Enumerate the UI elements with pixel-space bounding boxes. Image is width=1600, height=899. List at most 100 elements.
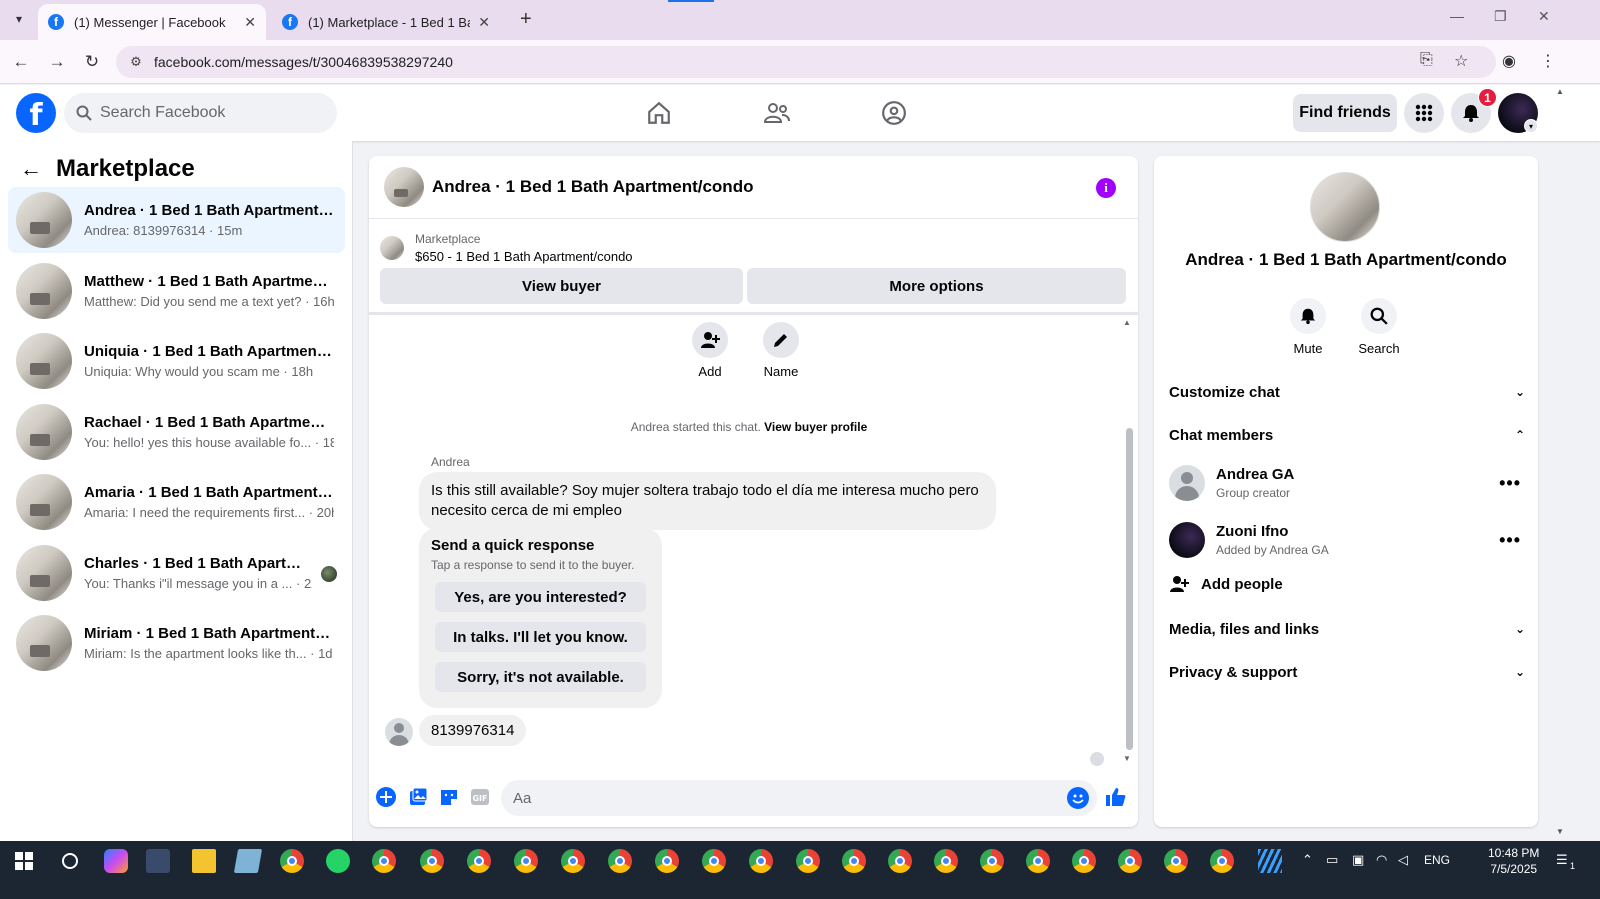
emoji-icon[interactable] xyxy=(1067,787,1089,809)
photo-icon[interactable] xyxy=(407,786,429,808)
view-buyer-profile-link[interactable]: View buyer profile xyxy=(764,420,867,434)
gif-icon[interactable]: GIF xyxy=(469,786,491,808)
scroll-up-icon[interactable]: ▲ xyxy=(1123,318,1131,327)
app-icon[interactable] xyxy=(233,849,263,873)
search-action[interactable]: Search xyxy=(1344,298,1414,356)
device-icon[interactable]: ▣ xyxy=(1352,852,1364,868)
restore-icon[interactable]: ❐ xyxy=(1494,8,1507,25)
back-icon[interactable]: ← xyxy=(10,51,32,73)
conversation-item[interactable]: Charles · 1 Bed 1 Bath Apartment/condo Y… xyxy=(8,540,345,606)
conversation-item[interactable]: Matthew · 1 Bed 1 Bath Apartment/condo M… xyxy=(8,258,345,324)
menu-grid-icon[interactable] xyxy=(1404,93,1444,133)
language-indicator[interactable]: ENG xyxy=(1424,853,1450,867)
whatsapp-icon[interactable] xyxy=(326,849,350,873)
scroll-down-icon[interactable]: ▼ xyxy=(1556,827,1564,836)
view-buyer-button[interactable]: View buyer xyxy=(380,268,743,304)
chrome-profile-icon[interactable] xyxy=(514,849,538,873)
listing-summary[interactable]: Marketplace $650 - 1 Bed 1 Bath Apartmen… xyxy=(380,230,633,266)
close-tab-icon[interactable]: ✕ xyxy=(244,14,256,31)
privacy-support-section[interactable]: Privacy & support ⌄ xyxy=(1169,657,1525,687)
conversation-item[interactable]: Andrea · 1 Bed 1 Bath Apartment/condo An… xyxy=(8,187,345,253)
add-people-button[interactable]: Add people xyxy=(1169,574,1283,594)
app-icon[interactable] xyxy=(1258,849,1282,873)
message-input-wrapper[interactable] xyxy=(501,780,1097,816)
volume-icon[interactable]: ◁ xyxy=(1398,852,1408,868)
bookmark-star-icon[interactable]: ☆ xyxy=(1454,51,1468,71)
forward-icon[interactable]: → xyxy=(46,51,68,73)
close-window-icon[interactable]: ✕ xyxy=(1538,8,1550,25)
chrome-profile-icon[interactable] xyxy=(1026,849,1050,873)
chrome-profile-icon[interactable] xyxy=(655,849,679,873)
chat-title[interactable]: Andrea · 1 Bed 1 Bath Apartment/condo xyxy=(432,177,753,197)
reload-icon[interactable]: ↻ xyxy=(81,51,103,73)
chrome-profile-icon[interactable] xyxy=(888,849,912,873)
windows-start-icon[interactable] xyxy=(12,849,36,873)
quick-response-button[interactable]: In talks. I'll let you know. xyxy=(435,622,646,652)
mute-action[interactable]: Mute xyxy=(1273,298,1343,356)
chrome-profile-icon[interactable] xyxy=(420,849,444,873)
wifi-icon[interactable]: ◠ xyxy=(1376,852,1387,868)
media-files-links-section[interactable]: Media, files and links ⌄ xyxy=(1169,614,1525,644)
chat-scrollbar[interactable] xyxy=(1126,428,1133,750)
scroll-down-icon[interactable]: ▼ xyxy=(1123,754,1131,763)
more-options-button[interactable]: More options xyxy=(747,268,1126,304)
browser-tab-marketplace[interactable]: f (1) Marketplace - 1 Bed 1 Bath Apartme… xyxy=(272,4,500,40)
battery-icon[interactable]: ▭ xyxy=(1326,852,1338,868)
account-chevron-down-icon[interactable]: ▾ xyxy=(1524,119,1538,133)
name-chat-action[interactable]: Name xyxy=(751,322,811,379)
quick-response-button[interactable]: Sorry, it's not available. xyxy=(435,662,646,692)
chrome-profile-icon[interactable] xyxy=(796,849,820,873)
more-options-icon[interactable]: ••• xyxy=(1499,473,1521,494)
info-icon[interactable]: i xyxy=(1096,178,1116,198)
back-arrow-icon[interactable]: ← xyxy=(20,156,42,182)
search-input[interactable] xyxy=(100,104,320,122)
chat-members-section[interactable]: Chat members ⌃ xyxy=(1169,420,1525,450)
search-circle-icon[interactable] xyxy=(58,849,82,873)
find-friends-button[interactable]: Find friends xyxy=(1293,94,1397,132)
clock[interactable]: 10:48 PM 7/5/2025 xyxy=(1488,845,1539,877)
browser-menu-icon[interactable]: ⋮ xyxy=(1540,51,1556,71)
copilot-icon[interactable] xyxy=(104,849,128,873)
notification-center-icon[interactable]: ☰ xyxy=(1556,852,1568,868)
quick-response-button[interactable]: Yes, are you interested? xyxy=(435,582,646,612)
thumbs-up-icon[interactable] xyxy=(1105,786,1127,808)
browser-tab-messenger[interactable]: f (1) Messenger | Facebook ✕ xyxy=(38,4,266,40)
tab-search-button[interactable]: ▾ xyxy=(8,8,30,30)
conversation-item[interactable]: Miriam · 1 Bed 1 Bath Apartment/condo Mi… xyxy=(8,610,345,676)
chrome-profile-icon[interactable] xyxy=(1210,849,1234,873)
address-bar[interactable]: ⚙ facebook.com/messages/t/30046839538297… xyxy=(116,46,1496,78)
chrome-profile-icon[interactable] xyxy=(842,849,866,873)
close-tab-icon[interactable]: ✕ xyxy=(478,14,490,31)
member-item[interactable]: Zuoni Ifno Added by Andrea GA ••• xyxy=(1169,518,1525,562)
tray-chevron-up-icon[interactable]: ⌃ xyxy=(1302,852,1313,868)
app-icon[interactable] xyxy=(146,849,170,873)
home-icon[interactable] xyxy=(639,97,679,129)
sticker-icon[interactable] xyxy=(438,786,460,808)
member-item[interactable]: Andrea GA Group creator ••• xyxy=(1169,461,1525,505)
chrome-profile-icon[interactable] xyxy=(608,849,632,873)
minimize-icon[interactable]: — xyxy=(1450,8,1464,24)
page-scrollbar[interactable]: ▲ ▼ xyxy=(1552,85,1568,841)
chrome-profile-icon[interactable] xyxy=(980,849,1004,873)
plus-circle-icon[interactable] xyxy=(375,786,397,808)
chrome-profile-icon[interactable] xyxy=(1072,849,1096,873)
facebook-search[interactable] xyxy=(64,93,337,133)
more-options-icon[interactable]: ••• xyxy=(1499,530,1521,551)
conversation-item[interactable]: Rachael · 1 Bed 1 Bath Apartment/condo Y… xyxy=(8,399,345,465)
profile-icon[interactable]: ◉ xyxy=(1502,51,1516,71)
conversation-item[interactable]: Amaria · 1 Bed 1 Bath Apartment/condo Am… xyxy=(8,469,345,535)
chrome-profile-icon[interactable] xyxy=(702,849,726,873)
friends-icon[interactable] xyxy=(757,97,797,129)
conversation-item[interactable]: Uniquia · 1 Bed 1 Bath Apartment/condo U… xyxy=(8,328,345,394)
chrome-icon[interactable] xyxy=(372,849,396,873)
chrome-icon[interactable] xyxy=(280,849,304,873)
chrome-profile-icon[interactable] xyxy=(934,849,958,873)
chat-thumbnail[interactable] xyxy=(384,167,424,207)
add-person-action[interactable]: Add xyxy=(680,322,740,379)
chrome-profile-icon[interactable] xyxy=(1164,849,1188,873)
message-input[interactable] xyxy=(513,789,1033,807)
scroll-up-icon[interactable]: ▲ xyxy=(1556,87,1564,96)
new-tab-button[interactable]: + xyxy=(520,8,532,30)
groups-icon[interactable] xyxy=(874,97,914,129)
install-app-icon[interactable]: ⎘ xyxy=(1420,51,1433,69)
